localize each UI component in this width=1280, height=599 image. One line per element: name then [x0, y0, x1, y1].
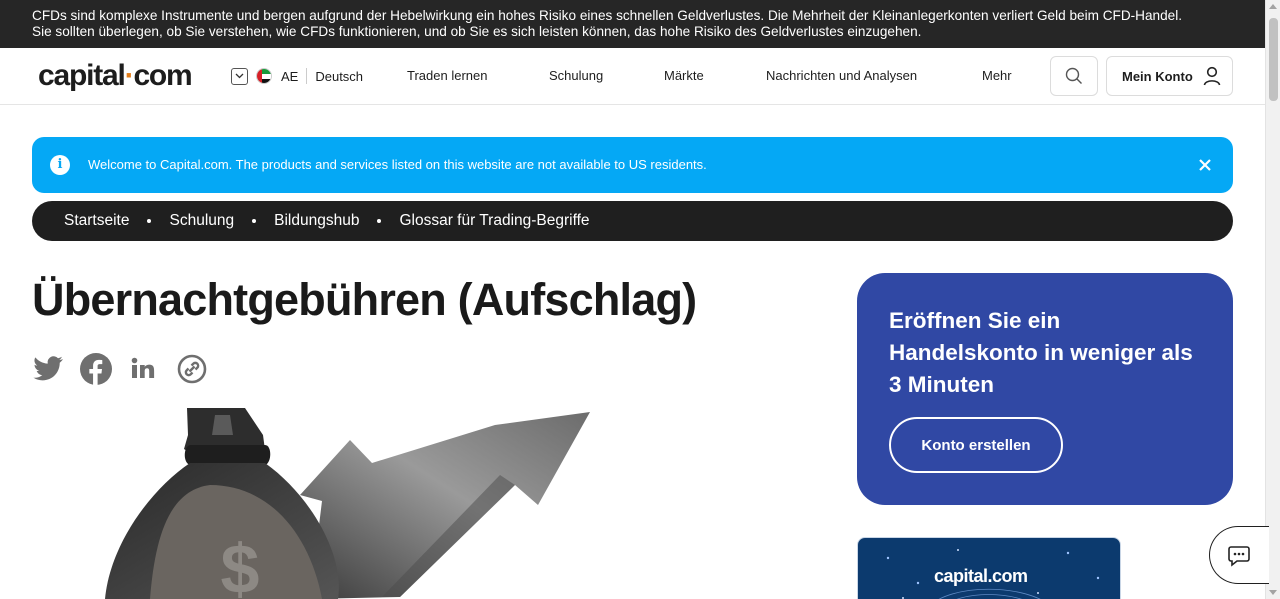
chat-button[interactable] — [1209, 526, 1269, 584]
capital-com-logo[interactable]: capital·com — [38, 59, 193, 93]
promo-logo-text: capital.com — [934, 566, 1028, 586]
notice-text: Welcome to Capital.com. The products and… — [88, 157, 707, 172]
my-account-button[interactable]: Mein Konto — [1106, 56, 1233, 96]
nav-maerkte[interactable]: Märkte — [664, 68, 704, 83]
logo-text-left: capital — [38, 59, 126, 92]
risk-warning-banner: CFDs sind komplexe Instrumente und berge… — [0, 0, 1265, 48]
breadcrumb-bildungshub[interactable]: Bildungshub — [274, 212, 359, 230]
linkedin-icon — [131, 357, 155, 378]
chevron-down-icon[interactable] — [231, 67, 248, 85]
user-icon — [1203, 66, 1221, 86]
copy-link-button[interactable] — [176, 353, 208, 385]
uae-flag-icon — [256, 68, 272, 84]
region-divider — [306, 68, 308, 84]
us-residents-notice: i Welcome to Capital.com. The products a… — [32, 137, 1233, 193]
region-code: AE — [281, 68, 299, 84]
site-header: capital·com AE Deutsch Traden lernen Sch… — [0, 48, 1265, 105]
breadcrumb-startseite[interactable]: Startseite — [64, 212, 129, 230]
facebook-share-button[interactable] — [80, 353, 112, 385]
breadcrumb-separator — [147, 219, 152, 223]
close-icon[interactable] — [1196, 156, 1214, 174]
copy-link-icon — [177, 354, 207, 384]
nav-nachrichten-und-analysen[interactable]: Nachrichten und Analysen — [766, 68, 917, 83]
open-account-heading: Eröffnen Sie ein Handelskonto in weniger… — [889, 308, 1193, 397]
risk-warning-line-1: CFDs sind komplexe Instrumente und berge… — [32, 8, 1183, 23]
chat-icon — [1228, 546, 1250, 567]
promo-card[interactable]: capital.com — [857, 537, 1121, 599]
breadcrumb-glossar[interactable]: Glossar für Trading-Begriffe — [399, 212, 589, 230]
hero-illustration: $ — [60, 405, 620, 599]
scroll-up-arrow-icon[interactable] — [1269, 4, 1277, 9]
create-account-button[interactable]: Konto erstellen — [889, 417, 1063, 473]
facebook-icon — [80, 353, 112, 385]
breadcrumb: Startseite Schulung Bildungshub Glossar … — [32, 201, 1233, 241]
open-account-card: Eröffnen Sie ein Handelskonto in weniger… — [857, 273, 1233, 505]
page-title: Übernachtgebühren (Aufschlag) — [32, 274, 697, 325]
logo-text-right: com — [133, 59, 192, 92]
page: CFDs sind komplexe Instrumente und berge… — [0, 0, 1280, 599]
my-account-label: Mein Konto — [1122, 68, 1193, 84]
scroll-down-arrow-icon[interactable] — [1269, 590, 1277, 595]
breadcrumb-schulung[interactable]: Schulung — [169, 212, 234, 230]
money-bag-arrow-illustration: $ — [105, 408, 590, 599]
info-icon: i — [50, 155, 70, 175]
dollar-sign: $ — [221, 530, 260, 599]
page-scrollbar[interactable] — [1265, 0, 1280, 599]
nav-traden-lernen[interactable]: Traden lernen — [407, 68, 487, 83]
breadcrumb-separator — [252, 219, 257, 223]
risk-warning-line-2: Sie sollten überlegen, ob Sie verstehen,… — [32, 24, 922, 39]
nav-mehr[interactable]: Mehr — [982, 68, 1012, 83]
scrollbar-thumb[interactable] — [1269, 18, 1278, 101]
region-language-selector[interactable]: AE Deutsch — [231, 67, 363, 85]
nav-schulung[interactable]: Schulung — [549, 68, 603, 83]
search-button[interactable] — [1050, 56, 1098, 96]
twitter-icon — [33, 356, 63, 381]
language-label[interactable]: Deutsch — [315, 69, 363, 84]
search-icon — [1065, 67, 1082, 84]
twitter-share-button[interactable] — [32, 353, 64, 385]
breadcrumb-separator — [377, 219, 382, 223]
linkedin-share-button[interactable] — [128, 353, 160, 385]
